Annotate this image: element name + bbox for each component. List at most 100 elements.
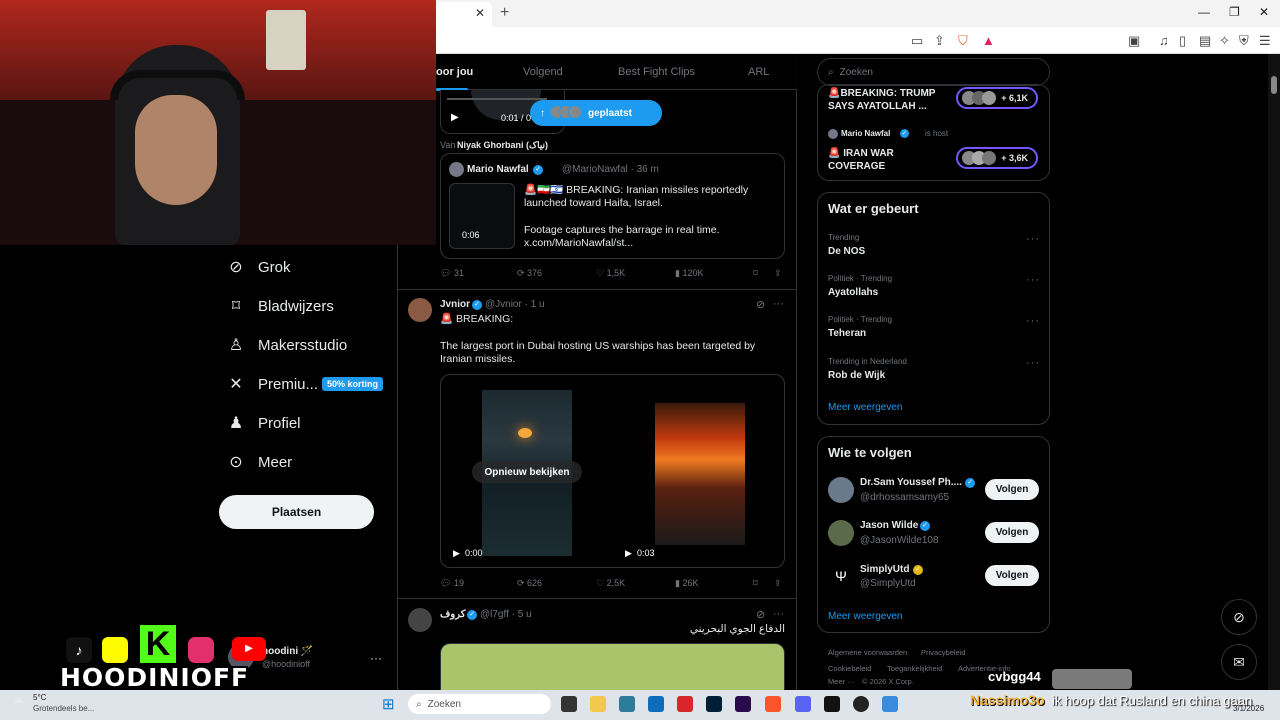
trend-name[interactable]: Teheran xyxy=(828,328,866,339)
views-button[interactable]: ▮ 26K xyxy=(675,578,698,589)
share-icon[interactable]: ⇪ xyxy=(774,268,782,279)
footer-link[interactable]: Cookiebeleid xyxy=(828,664,871,673)
scrollbar-thumb[interactable] xyxy=(1271,76,1277,94)
play-icon[interactable]: ▶ xyxy=(625,548,632,559)
suggested-name[interactable]: Dr.Sam Youssef Ph.... xyxy=(860,477,962,488)
trident-logo-icon[interactable]: Ψ xyxy=(828,563,854,589)
tab-for-you[interactable]: oor jou xyxy=(436,66,473,78)
post-author-name[interactable]: Jvnior xyxy=(440,299,470,310)
like-button[interactable]: ♡ 1,5K xyxy=(596,268,625,279)
show-more-follow-link[interactable]: Meer weergeven xyxy=(828,611,902,622)
share-icon[interactable]: ⇪ xyxy=(774,578,782,589)
repost-button[interactable]: ⟳ 376 xyxy=(517,268,542,279)
maximize-icon[interactable]: ❐ xyxy=(1229,5,1240,19)
footer-link[interactable]: Toegankelijkheid xyxy=(887,664,942,673)
follow-button[interactable]: Volgen xyxy=(985,479,1039,500)
bookmark-icon[interactable]: ⌑ xyxy=(753,268,758,279)
nav-item-creator-studio[interactable]: ♙ Makersstudio xyxy=(228,333,347,357)
show-more-trends-link[interactable]: Meer weergeven xyxy=(828,402,902,413)
more-icon[interactable]: ··· xyxy=(773,608,784,620)
cast-icon[interactable]: ▭ xyxy=(911,33,923,49)
menu-icon[interactable]: ☰ xyxy=(1259,33,1271,49)
weather-icon[interactable]: ☁ xyxy=(13,693,24,706)
store-icon[interactable] xyxy=(619,696,635,712)
trend-name[interactable]: De NOS xyxy=(828,246,865,257)
acrobat-icon[interactable] xyxy=(677,696,693,712)
grok-float-button[interactable]: ⊘ xyxy=(1221,599,1257,635)
bookmark-icon[interactable]: ⌑ xyxy=(753,578,758,589)
tab-best-fight-clips[interactable]: Best Fight Clips xyxy=(618,66,695,78)
trend-more-icon[interactable]: ··· xyxy=(1026,315,1040,327)
premiere-icon[interactable] xyxy=(735,696,751,712)
app-icon[interactable] xyxy=(882,696,898,712)
repost-button[interactable]: ⟳ 626 xyxy=(517,578,542,589)
brave-icon[interactable] xyxy=(765,696,781,712)
epic-icon[interactable] xyxy=(824,696,840,712)
brave-shield-icon[interactable]: ⛉ xyxy=(958,33,968,49)
tab-arl[interactable]: ARL xyxy=(748,66,769,78)
photoshop-icon[interactable] xyxy=(706,696,722,712)
reply-button[interactable]: 💬︎ 31 xyxy=(440,268,464,279)
reply-button[interactable]: 💬︎ 19 xyxy=(440,578,464,589)
trend-more-icon[interactable]: ··· xyxy=(1026,357,1040,369)
minimize-icon[interactable]: — xyxy=(1198,5,1210,19)
suggested-name[interactable]: Jason Wilde xyxy=(860,520,918,531)
nav-item-more[interactable]: ⊙ Meer xyxy=(228,450,292,474)
follow-button[interactable]: Volgen xyxy=(985,565,1039,586)
avatar[interactable] xyxy=(828,520,854,546)
trend-name[interactable]: Rob de Wijk xyxy=(828,370,885,381)
tab-close-icon[interactable]: ✕ xyxy=(475,6,485,20)
nav-item-premium[interactable]: ✕ Premiu... xyxy=(228,372,318,396)
post-image[interactable] xyxy=(440,643,785,690)
obs-icon[interactable] xyxy=(853,696,869,712)
vpn-icon[interactable]: ⛨ xyxy=(1239,33,1249,49)
nav-item-bookmarks[interactable]: ⌑ Bladwijzers xyxy=(228,294,334,318)
tab-following[interactable]: Volgend xyxy=(523,66,563,78)
more-icon[interactable]: ··· xyxy=(773,298,784,310)
views-button[interactable]: ▮ 120K xyxy=(675,268,703,279)
live-space-2-title[interactable]: 🚨 IRAN WAR COVERAGE xyxy=(828,147,928,173)
grok-icon[interactable]: ⊘ xyxy=(756,608,765,621)
video-2[interactable] xyxy=(655,375,745,545)
live-space-1-title[interactable]: 🚨BREAKING: TRUMP SAYS AYATOLLAH ... xyxy=(828,87,953,113)
wallet-icon[interactable]: ▤ xyxy=(1199,33,1211,49)
nav-item-grok[interactable]: ⊘ Grok xyxy=(228,255,290,279)
grok-icon[interactable]: ⊘ xyxy=(756,298,765,311)
task-view-icon[interactable] xyxy=(561,696,577,712)
trend-more-icon[interactable]: ··· xyxy=(1026,233,1040,245)
quote-video-thumbnail[interactable]: 0:06 xyxy=(449,183,515,249)
footer-link[interactable]: Privacybeleid xyxy=(921,648,966,657)
play-icon[interactable]: ▶ xyxy=(453,548,460,559)
leo-icon[interactable]: ✧ xyxy=(1219,33,1230,49)
live-space-2-listeners[interactable]: + 3,6K xyxy=(956,147,1038,169)
share-icon[interactable]: ⇪ xyxy=(934,33,945,49)
footer-link[interactable]: Meer ··· xyxy=(828,677,855,686)
via-name[interactable]: Niyak Ghorbani (نیاک) xyxy=(457,140,548,151)
new-tab-icon[interactable]: + xyxy=(500,4,509,22)
like-button[interactable]: ♡ 2,5K xyxy=(596,578,625,589)
suggested-name[interactable]: SimplyUtd xyxy=(860,564,909,575)
trend-more-icon[interactable]: ··· xyxy=(1026,274,1040,286)
avatar[interactable] xyxy=(408,608,432,632)
post-button[interactable]: Plaatsen xyxy=(219,495,374,529)
quote-link[interactable]: x.com/MarioNawfal/st... xyxy=(524,237,780,250)
live-space-1-listeners[interactable]: + 6,1K xyxy=(956,87,1038,109)
messages-float-button[interactable]: ✉ xyxy=(1221,644,1257,680)
windows-start-icon[interactable]: ⊞ xyxy=(382,695,395,713)
music-icon[interactable]: ♫ xyxy=(1159,33,1169,48)
post-media-grid[interactable]: Opnieuw bekijken ▶ 0:00 ▶ 0:03 xyxy=(440,374,785,568)
trend-name[interactable]: Ayatollahs xyxy=(828,287,878,298)
new-posts-pill[interactable]: ↑ geplaatst xyxy=(530,100,662,126)
discord-icon[interactable] xyxy=(795,696,811,712)
nav-item-profile[interactable]: ♟ Profiel xyxy=(228,411,301,435)
file-explorer-icon[interactable] xyxy=(590,696,606,712)
replay-button[interactable]: Opnieuw bekijken xyxy=(472,461,582,483)
avatar[interactable] xyxy=(828,477,854,503)
play-icon[interactable]: ▶ xyxy=(451,112,459,123)
avatar[interactable] xyxy=(408,298,432,322)
sidebar-icon[interactable]: ▯ xyxy=(1179,33,1186,49)
brave-rewards-icon[interactable]: ▲ xyxy=(982,33,995,48)
reader-icon[interactable]: ▣ xyxy=(1128,33,1140,49)
search-input[interactable]: ⌕ Zoeken xyxy=(817,58,1050,86)
taskbar-search[interactable]: ⌕ Zoeken xyxy=(408,694,551,714)
